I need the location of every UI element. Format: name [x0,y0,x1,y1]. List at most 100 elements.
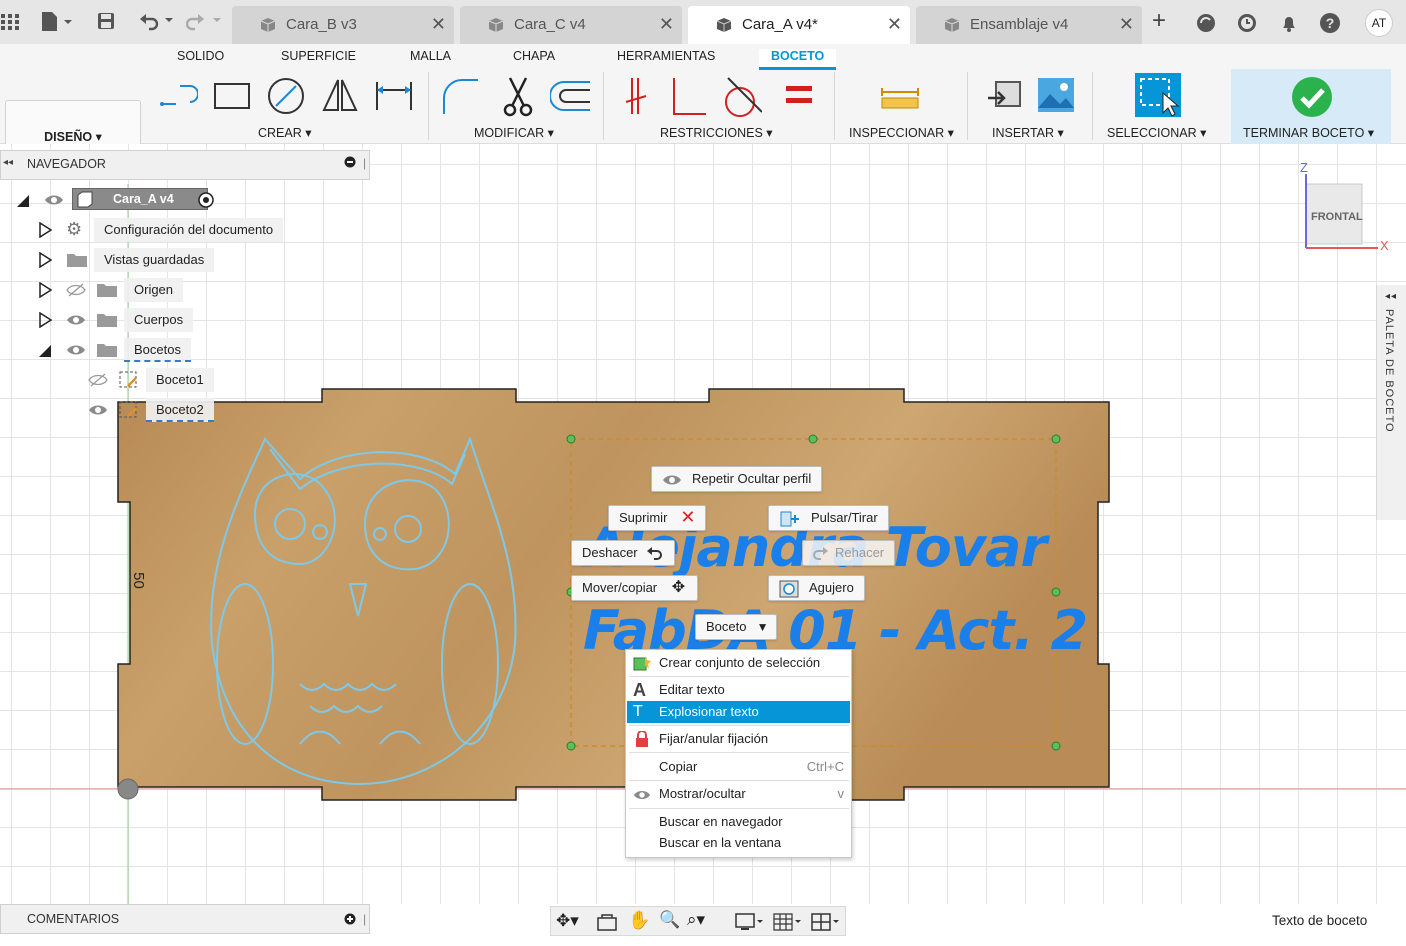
menu-item-copy[interactable]: Copiar Ctrl+C [627,756,850,778]
insert-canvas-image-icon[interactable] [1036,74,1076,118]
user-avatar[interactable]: AT [1365,9,1393,37]
fillet-tool-icon[interactable] [440,74,480,118]
tab-cara-c[interactable]: Cara_C v4 ✕ [460,6,682,44]
menu-item-lock[interactable]: Fijar/anular fijación [627,728,850,750]
nav-item-sketch2[interactable]: Boceto2 [86,398,286,422]
group-inspect[interactable]: INSPECCIONAR ▾ [849,125,954,140]
sketch-dropdown-button[interactable]: Boceto ▼ [695,614,778,640]
help-icon[interactable]: ? [1319,12,1341,37]
menu-item-show-hide[interactable]: Mostrar/ocultar v [627,783,850,805]
group-create[interactable]: CREAR ▾ [258,125,312,140]
extensions-icon[interactable] [1195,12,1217,37]
delete-button[interactable]: Suprimir ✕ [608,505,707,531]
hole-button[interactable]: Agujero [768,575,865,601]
tab-cara-b[interactable]: Cara_B v3 ✕ [232,6,454,44]
close-tab-icon[interactable]: ✕ [887,14,902,35]
origin-point[interactable] [117,778,139,800]
close-tab-icon[interactable]: ✕ [659,14,674,35]
navigator-root[interactable]: Cara_A v4 [14,188,254,212]
select-cursor-icon[interactable] [1133,71,1183,119]
grid-snaps-icon[interactable] [773,912,803,932]
nav-item-sketch1[interactable]: Boceto1 [86,368,286,392]
menu-item-find-in-window[interactable]: Buscar en la ventana [627,832,850,854]
nav-item-saved-views[interactable]: Vistas guardadas [38,248,298,272]
group-constraints[interactable]: RESTRICCIONES ▾ [660,125,773,140]
tab-cara-a[interactable]: Cara_A v4* ✕ [688,6,910,44]
menu-item-find-in-browser[interactable]: Buscar en navegador [627,811,850,833]
zoom-icon[interactable]: 🔍 [659,910,680,930]
perpendicular-constraint-icon[interactable] [668,74,708,118]
view-cube[interactable]: Z X FRONTAL [1296,160,1390,258]
tab-ensamblaje[interactable]: Ensamblaje v4 ✕ [916,6,1142,44]
eye-icon[interactable] [66,313,86,327]
group-modify[interactable]: MODIFICAR ▾ [474,125,554,140]
eye-icon[interactable] [44,193,64,207]
save-icon[interactable] [96,11,116,34]
undo-button[interactable]: Deshacer [571,540,675,566]
redo-icon[interactable] [185,11,226,34]
undo-icon[interactable] [138,11,178,34]
tab-boceto[interactable]: BOCETO [759,49,837,70]
comments-panel[interactable]: COMENTARIOS | [0,904,370,934]
expand-triangle-icon[interactable] [38,222,52,238]
rectangle-tool-icon[interactable] [212,74,252,118]
eye-icon[interactable] [66,343,86,357]
eye-hidden-icon[interactable] [66,283,86,297]
close-tab-icon[interactable]: ✕ [431,14,446,35]
expand-triangle-icon[interactable] [38,282,52,298]
menu-item-edit-text[interactable]: A Editar texto [627,679,850,701]
offset-tool-icon[interactable] [550,74,590,118]
tab-solido[interactable]: SOLIDO [177,49,224,63]
pan-hand-icon[interactable]: ✋ [628,910,650,931]
press-pull-button[interactable]: Pulsar/Tirar [768,505,889,531]
navigator-pin-icon[interactable]: | [363,156,366,170]
job-status-clock-icon[interactable] [1236,12,1258,37]
collapse-triangle-icon[interactable] [16,192,30,208]
nav-item-document-settings[interactable]: ⚙ Configuración del documento [38,218,298,242]
look-at-icon[interactable] [596,913,618,931]
group-select[interactable]: SELECCIONAR ▾ [1107,125,1206,140]
menu-item-explode-text[interactable]: T Explosionar texto [627,701,850,723]
insert-derive-icon[interactable] [984,74,1024,118]
new-tab-plus-icon[interactable]: + [1152,7,1166,35]
collapse-navigator-icon[interactable]: ◂◂ [3,157,13,168]
circle-tool-icon[interactable] [266,74,306,118]
tab-malla[interactable]: MALLA [410,49,451,63]
dimension-label[interactable]: 50 [130,572,147,589]
nav-item-sketches[interactable]: Bocetos [38,338,298,362]
redo-button[interactable]: Rehacer [802,540,896,566]
comments-pin-icon[interactable]: | [363,912,366,926]
orbit-icon[interactable]: ✥▾ [556,911,579,931]
coincident-constraint-icon[interactable] [618,74,658,118]
collapse-palette-icon[interactable]: ◂◂ [1385,291,1397,302]
nav-item-bodies[interactable]: Cuerpos [38,308,298,332]
display-settings-icon[interactable] [735,912,765,932]
sketch-palette-panel[interactable]: ◂◂ PALETA DE BOCETO [1376,285,1406,520]
menu-item-create-selection-set[interactable]: Crear conjunto de selección [627,652,850,674]
tab-chapa[interactable]: CHAPA [513,49,555,63]
expand-triangle-icon[interactable] [38,312,52,328]
repeat-hide-profile-button[interactable]: Repetir Ocultar perfil [651,466,823,492]
eye-icon[interactable] [88,403,108,417]
activate-radio-icon[interactable] [198,192,214,208]
add-comment-icon[interactable] [344,913,356,928]
trim-scissors-icon[interactable] [498,74,538,118]
group-insert[interactable]: INSERTAR ▾ [992,125,1064,140]
move-copy-button[interactable]: Mover/copiar ✥ [571,575,699,601]
navigator-options-icon[interactable] [344,156,356,171]
measure-ruler-icon[interactable] [880,74,920,118]
collapse-triangle-icon[interactable] [38,342,52,358]
tab-herramientas[interactable]: HERRAMIENTAS [617,49,715,63]
line-tool-icon[interactable] [158,74,198,118]
mirror-tool-icon[interactable] [320,74,360,118]
file-icon[interactable] [40,11,74,36]
expand-triangle-icon[interactable] [38,252,52,268]
equal-constraint-icon[interactable] [780,74,820,118]
notifications-bell-icon[interactable] [1278,12,1300,37]
nav-item-origin[interactable]: Origen [38,278,298,302]
finish-sketch-button[interactable]: TERMINAR BOCETO ▾ [1231,69,1391,144]
fit-zoom-icon[interactable]: ⌕▾ [687,910,705,930]
dimension-tool-icon[interactable] [374,74,414,118]
app-grid-icon[interactable] [0,12,22,34]
tab-superficie[interactable]: SUPERFICIE [281,49,356,63]
